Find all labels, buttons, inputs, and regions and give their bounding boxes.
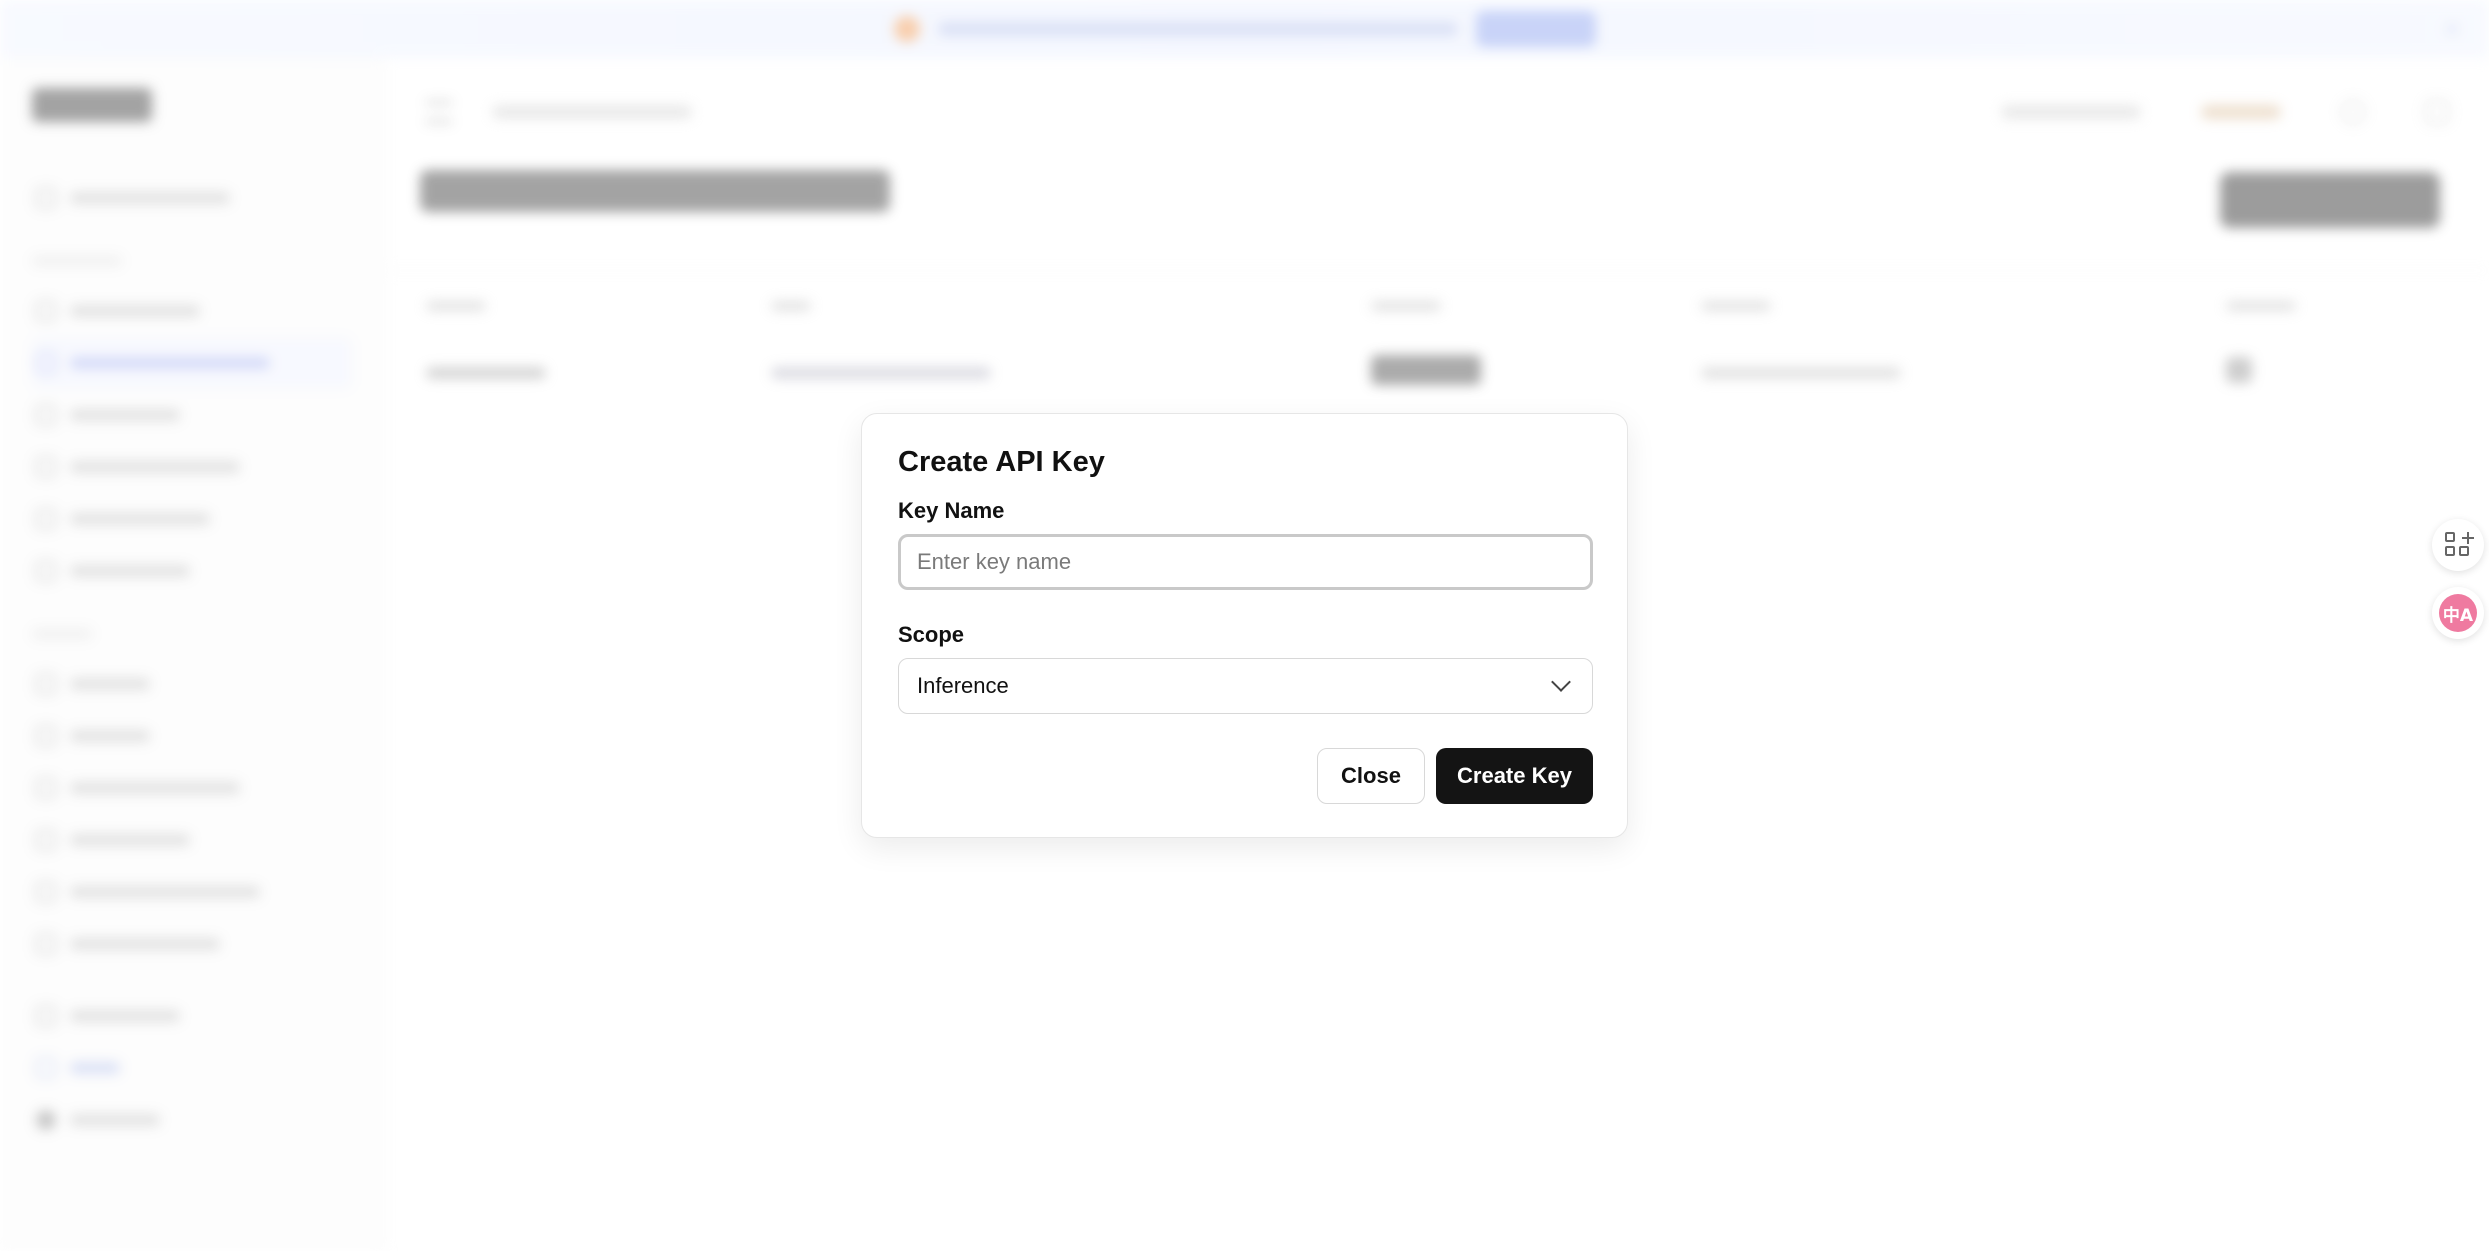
apps-widget-button[interactable] [2432,519,2484,571]
create-api-key-dialog: Create API Key Key Name Scope Inference … [861,413,1628,838]
dialog-title: Create API Key [898,446,1105,478]
chevron-down-icon [1551,672,1571,692]
key-name-label: Key Name [898,498,1005,523]
scope-selected-value: Inference [917,673,1009,698]
translate-icon: 中A [2439,594,2477,632]
scope-label: Scope [898,622,965,647]
translate-widget-button[interactable]: 中A [2432,587,2484,639]
grid-plus-icon [2445,532,2474,558]
close-button[interactable]: Close [1317,748,1425,804]
create-key-button[interactable]: Create Key [1436,748,1593,804]
scope-select[interactable]: Inference [898,658,1593,714]
key-name-input[interactable] [898,534,1593,590]
